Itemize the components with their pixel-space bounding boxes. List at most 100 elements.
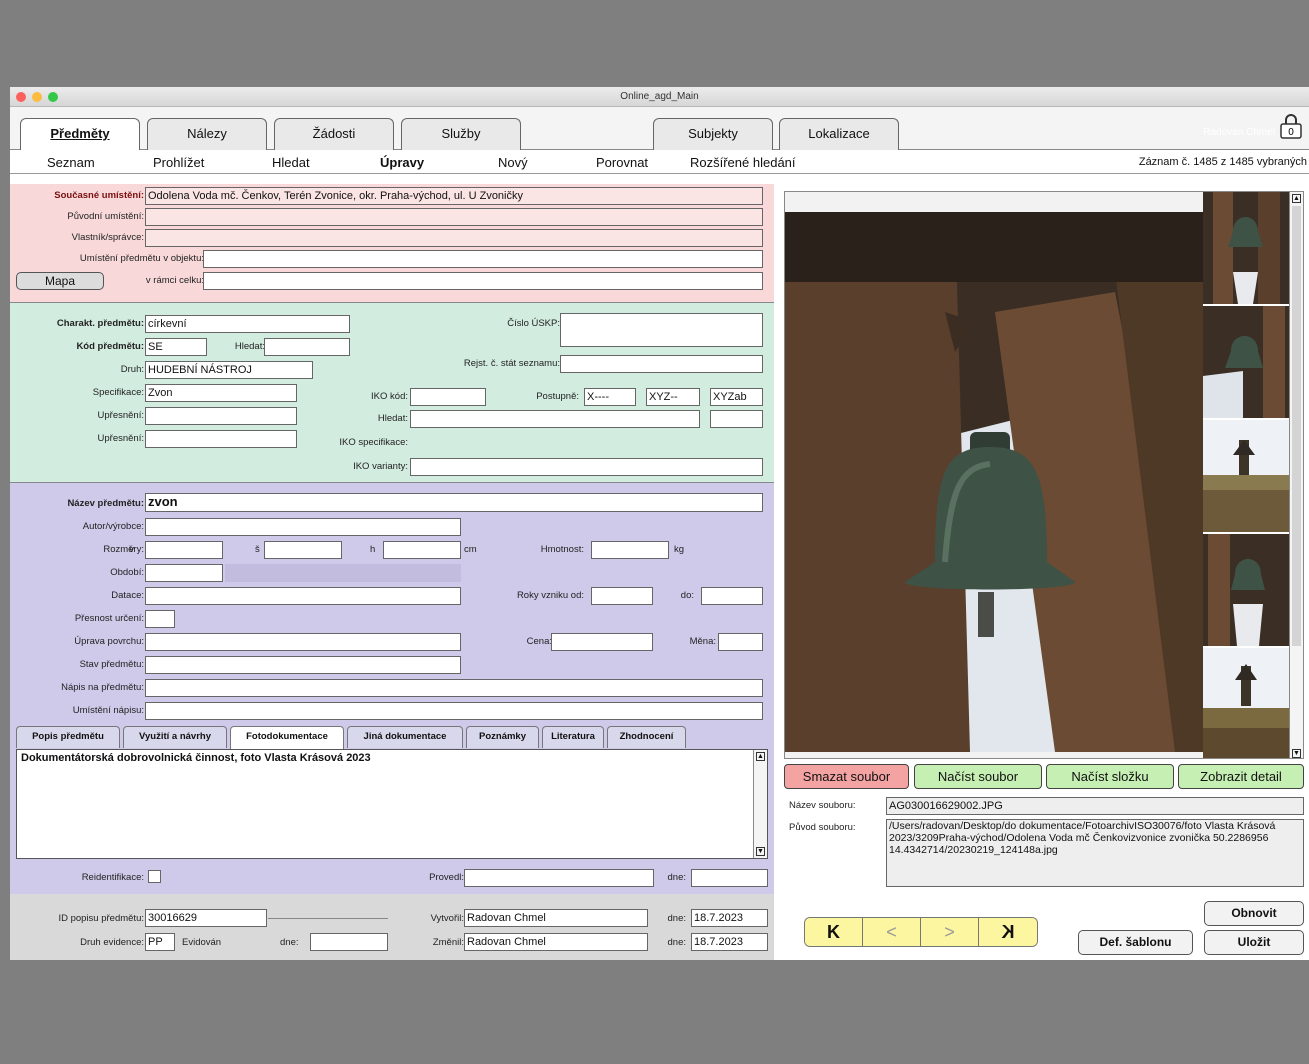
code-search-field[interactable] [264,338,350,356]
years-to-field[interactable] [701,587,763,605]
photodoc-textarea[interactable]: Dokumentátorská dobrovolnická činnost, f… [16,749,768,859]
menu-upravy[interactable]: Úpravy [380,155,424,170]
thumbnail-2[interactable] [1203,306,1289,418]
dims-s-field[interactable] [264,541,342,559]
original-location-field[interactable] [145,208,763,226]
subtab-literatura[interactable]: Literatura [542,726,604,748]
scroll-down-icon[interactable]: ▼ [1292,749,1301,758]
subtab-zhodnoceni[interactable]: Zhodnocení [607,726,686,748]
rejst-field[interactable] [560,355,763,373]
scroll-thumb[interactable] [1292,206,1301,646]
precision-field[interactable] [145,610,175,628]
name-field[interactable]: zvon [145,493,763,512]
origin-field[interactable]: /Users/radovan/Desktop/do dokumentace/Fo… [886,819,1304,887]
changed-by-field[interactable]: Radovan Chmel [464,933,648,951]
textarea-scrollbar[interactable]: ▲ ▼ [753,750,767,858]
postupne-2-field[interactable]: XYZ-- [646,388,700,406]
def-template-button[interactable]: Def. šablonu [1078,930,1193,955]
uskp-field[interactable] [560,313,763,347]
tab-zadosti[interactable]: Žádosti [274,118,394,150]
changed-date-field[interactable]: 18.7.2023 [691,933,768,951]
reident-checkbox[interactable] [148,870,161,883]
save-button[interactable]: Uložit [1204,930,1304,955]
subtab-vyuziti[interactable]: Využití a návrhy [123,726,227,748]
prev-record-button[interactable]: < [863,918,921,946]
iko-var-field[interactable] [410,458,763,476]
state-field[interactable] [145,656,461,674]
map-button[interactable]: Mapa [16,272,104,290]
created-date-field[interactable]: 18.7.2023 [691,909,768,927]
created-by-field[interactable]: Radovan Chmel [464,909,648,927]
subtab-fotodokumentace[interactable]: Fotodokumentace [230,726,344,749]
load-folder-button[interactable]: Načíst složku [1046,764,1174,789]
menu-seznam[interactable]: Seznam [47,155,95,170]
author-field[interactable] [145,518,461,536]
dims-h-field[interactable] [383,541,461,559]
within-field[interactable] [203,272,763,290]
reident-done-field[interactable] [464,869,654,887]
thumbnail-1[interactable] [1203,192,1289,304]
subtab-poznamky[interactable]: Poznámky [466,726,539,748]
postupne-1-field[interactable]: X---- [584,388,636,406]
currency-field[interactable] [718,633,763,651]
load-file-button[interactable]: Načíst soubor [914,764,1042,789]
last-record-button[interactable]: K [979,918,1037,946]
inscr-place-field[interactable] [145,702,763,720]
subtab-popis[interactable]: Popis předmětu [16,726,120,748]
evid-field[interactable]: PP [145,933,175,951]
iko-search-field[interactable] [410,410,700,428]
refine1-field[interactable] [145,407,297,425]
tab-predmety[interactable]: Předměty [20,118,140,151]
delete-file-button[interactable]: Smazat soubor [784,764,909,789]
thumbnail-5[interactable] [1203,648,1289,759]
price-field[interactable] [551,633,653,651]
current-location-field[interactable]: Odolena Voda mč. Čenkov, Terén Zvonice, … [145,187,763,205]
thumbnail-scrollbar[interactable]: ▲ ▼ [1289,192,1303,758]
refresh-button[interactable]: Obnovit [1204,901,1304,926]
subtab-jina-dokumentace[interactable]: Jiná dokumentace [347,726,463,748]
in-object-field[interactable] [203,250,763,268]
id-field[interactable]: 30016629 [145,909,267,927]
tab-sluzby[interactable]: Služby [401,118,521,150]
refine2-field[interactable] [145,430,297,448]
menu-rozsirene-hledani[interactable]: Rozšířené hledání [690,155,796,170]
scroll-up-icon[interactable]: ▲ [756,752,765,761]
scroll-up-icon[interactable]: ▲ [1292,194,1301,203]
main-photo[interactable] [785,212,1205,752]
menu-novy[interactable]: Nový [498,155,528,170]
char-field[interactable]: církevní [145,315,350,333]
evid-date-field[interactable] [310,933,388,951]
surface-field[interactable] [145,633,461,651]
menu-hledat[interactable]: Hledat [272,155,310,170]
menu-prohlizet[interactable]: Prohlížet [153,155,204,170]
tab-subjekty[interactable]: Subjekty [653,118,773,150]
menu-porovnat[interactable]: Porovnat [596,155,648,170]
tab-lokalizace[interactable]: Lokalizace [779,118,899,150]
period-field[interactable] [145,564,223,582]
iko-code-field[interactable] [410,388,486,406]
dating-field[interactable] [145,587,461,605]
next-record-button[interactable]: > [921,918,979,946]
reident-date-field[interactable] [691,869,768,887]
first-record-button[interactable]: K [805,918,863,946]
kind-field[interactable]: HUDEBNÍ NÁSTROJ [145,361,313,379]
iko-search-extra-field[interactable] [710,410,763,428]
owner-field[interactable] [145,229,763,247]
years-from-label: Roky vzniku od: [516,590,584,601]
spec-label: Specifikace: [92,387,144,398]
dims-v-field[interactable] [145,541,223,559]
inscription-field[interactable] [145,679,763,697]
code-field[interactable]: SE [145,338,207,356]
show-detail-button[interactable]: Zobrazit detail [1178,764,1304,789]
weight-field[interactable] [591,541,669,559]
lock-icon[interactable]: 0 [1279,113,1303,139]
tab-nalezy[interactable]: Nálezy [147,118,267,150]
thumbnail-4[interactable] [1203,534,1289,646]
spec-field[interactable]: Zvon [145,384,297,402]
thumbnail-3[interactable] [1203,420,1289,532]
scroll-down-icon[interactable]: ▼ [756,847,765,856]
years-from-field[interactable] [591,587,653,605]
postupne-3-field[interactable]: XYZab [710,388,763,406]
filename-field[interactable]: AG030016629002.JPG [886,797,1304,815]
changed-date-label: dne: [667,937,687,948]
